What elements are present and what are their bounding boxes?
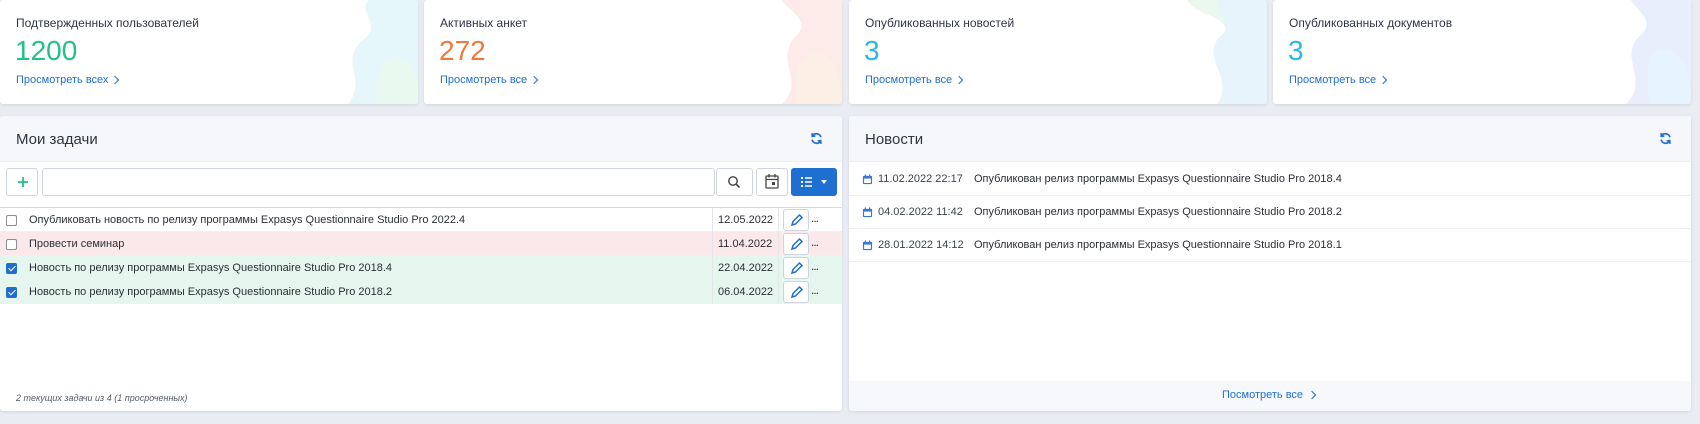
- edit-task-button[interactable]: [783, 209, 809, 231]
- tasks-summary: 2 текущих задачи из 4 (1 просроченных): [16, 393, 188, 403]
- task-checkbox[interactable]: [6, 263, 17, 274]
- calendar-icon: [765, 174, 779, 189]
- news-date: 11.02.2022 22:17: [878, 173, 963, 185]
- task-name[interactable]: Новость по релизу программы Expasys Ques…: [29, 262, 392, 274]
- link-label: Посмотреть все: [1222, 389, 1304, 401]
- list-item: 11.02.2022 22:17 Опубликован релиз програ…: [849, 163, 1691, 196]
- calendar-icon: [862, 174, 873, 185]
- news-date: 28.01.2022 14:12: [878, 239, 964, 251]
- chevron-right-icon: [954, 75, 964, 85]
- view-all-news-link[interactable]: Просмотреть все: [865, 74, 964, 86]
- list-item: 04.02.2022 11:42 Опубликован релиз програ…: [849, 196, 1691, 229]
- news-panel: Новости 11.02.2022 22:17 Опубликован рели…: [849, 116, 1691, 411]
- panel-header: Мои задачи: [0, 116, 842, 162]
- news-footer: Посмотреть все: [849, 381, 1691, 411]
- stat-card-documents: Опубликованных документов 3 Просмотреть …: [1273, 0, 1691, 104]
- calendar-filter-button[interactable]: [756, 168, 788, 196]
- stat-value: 272: [439, 35, 486, 66]
- chevron-right-icon: [111, 75, 120, 85]
- pencil-icon: [790, 213, 804, 227]
- calendar-icon: [862, 207, 873, 218]
- stat-label: Опубликованных новостей: [865, 16, 1015, 30]
- task-date: 11.04.2022: [712, 232, 779, 256]
- decorative-shape: [1187, 0, 1267, 104]
- stat-value: 3: [1288, 35, 1304, 66]
- task-name[interactable]: Провести семинар: [29, 238, 124, 250]
- stat-label: Активных анкет: [440, 16, 528, 30]
- task-name[interactable]: Опубликовать новость по релизу программы…: [29, 214, 465, 226]
- task-checkbox[interactable]: [6, 215, 17, 226]
- news-list: 11.02.2022 22:17 Опубликован релиз програ…: [849, 163, 1691, 262]
- news-title-link[interactable]: Опубликован релиз программы Expasys Ques…: [974, 239, 1342, 251]
- table-row: Новость по релизу программы Expasys Ques…: [0, 280, 842, 304]
- decorative-shape: [348, 0, 418, 104]
- tasks-table: Опубликовать новость по релизу программы…: [0, 207, 842, 304]
- more-actions-button[interactable]: ...: [811, 259, 819, 273]
- tasks-toolbar: [4, 168, 838, 198]
- search-button[interactable]: [716, 168, 753, 196]
- link-label: Просмотреть все: [1289, 74, 1377, 86]
- pencil-icon: [790, 261, 804, 275]
- table-row: Новость по релизу программы Expasys Ques…: [0, 256, 842, 280]
- stat-card-surveys: Активных анкет 272 Просмотреть все: [424, 0, 842, 104]
- stat-label: Подтвержденных пользователей: [16, 16, 199, 30]
- chevron-right-icon: [1378, 75, 1388, 85]
- tasks-panel: Мои задачи Опубликовать новость по релиз…: [0, 116, 842, 411]
- edit-task-button[interactable]: [783, 233, 809, 255]
- view-all-news-footer-link[interactable]: Посмотреть все: [1222, 389, 1317, 401]
- stat-value: 3: [864, 35, 880, 66]
- task-date: 22.04.2022: [712, 256, 779, 280]
- stat-label: Опубликованных документов: [1289, 16, 1453, 30]
- edit-task-button[interactable]: [783, 257, 809, 279]
- refresh-icon[interactable]: [810, 132, 823, 145]
- panel-header: Новости: [849, 116, 1691, 162]
- pencil-icon: [790, 285, 804, 299]
- list-icon: [801, 177, 827, 187]
- panel-title: Новости: [865, 131, 924, 148]
- link-label: Просмотреть все: [440, 74, 528, 86]
- task-checkbox[interactable]: [6, 239, 17, 250]
- pencil-icon: [790, 237, 804, 251]
- chevron-right-icon: [1307, 390, 1317, 400]
- add-task-button[interactable]: [6, 168, 38, 196]
- table-row: Провести семинар 11.04.2022...: [0, 232, 842, 256]
- plus-icon: [18, 177, 28, 187]
- task-date: 06.04.2022: [712, 280, 779, 304]
- news-title-link[interactable]: Опубликован релиз программы Expasys Ques…: [974, 206, 1342, 218]
- more-actions-button[interactable]: ...: [811, 211, 819, 225]
- link-label: Просмотреть все: [865, 74, 953, 86]
- search-input[interactable]: [42, 168, 715, 196]
- stat-card-news: Опубликованных новостей 3 Просмотреть вс…: [849, 0, 1267, 104]
- view-mode-dropdown[interactable]: [791, 168, 837, 196]
- view-all-surveys-link[interactable]: Просмотреть все: [440, 74, 539, 86]
- calendar-icon: [862, 240, 873, 251]
- decorative-shape: [1626, 0, 1691, 104]
- more-actions-button[interactable]: ...: [811, 235, 819, 249]
- refresh-icon[interactable]: [1659, 132, 1672, 145]
- news-title-link[interactable]: Опубликован релиз программы Expasys Ques…: [974, 173, 1342, 185]
- task-name[interactable]: Новость по релизу программы Expasys Ques…: [29, 286, 392, 298]
- chevron-right-icon: [529, 75, 539, 85]
- panel-title: Мои задачи: [16, 131, 98, 148]
- stat-value: 1200: [15, 35, 78, 66]
- stat-card-users: Подтвержденных пользователей 1200 Просмо…: [0, 0, 418, 104]
- view-all-users-link[interactable]: Просмотреть всех: [16, 74, 120, 86]
- news-date: 04.02.2022 11:42: [878, 206, 963, 218]
- list-item: 28.01.2022 14:12 Опубликован релиз програ…: [849, 229, 1691, 262]
- task-checkbox[interactable]: [6, 287, 17, 298]
- task-date: 12.05.2022: [712, 208, 779, 232]
- table-row: Опубликовать новость по релизу программы…: [0, 208, 842, 232]
- link-label: Просмотреть всех: [16, 74, 109, 86]
- view-all-documents-link[interactable]: Просмотреть все: [1289, 74, 1388, 86]
- search-icon: [728, 176, 741, 189]
- decorative-shape: [782, 0, 842, 104]
- more-actions-button[interactable]: ...: [811, 283, 819, 297]
- edit-task-button[interactable]: [783, 281, 809, 303]
